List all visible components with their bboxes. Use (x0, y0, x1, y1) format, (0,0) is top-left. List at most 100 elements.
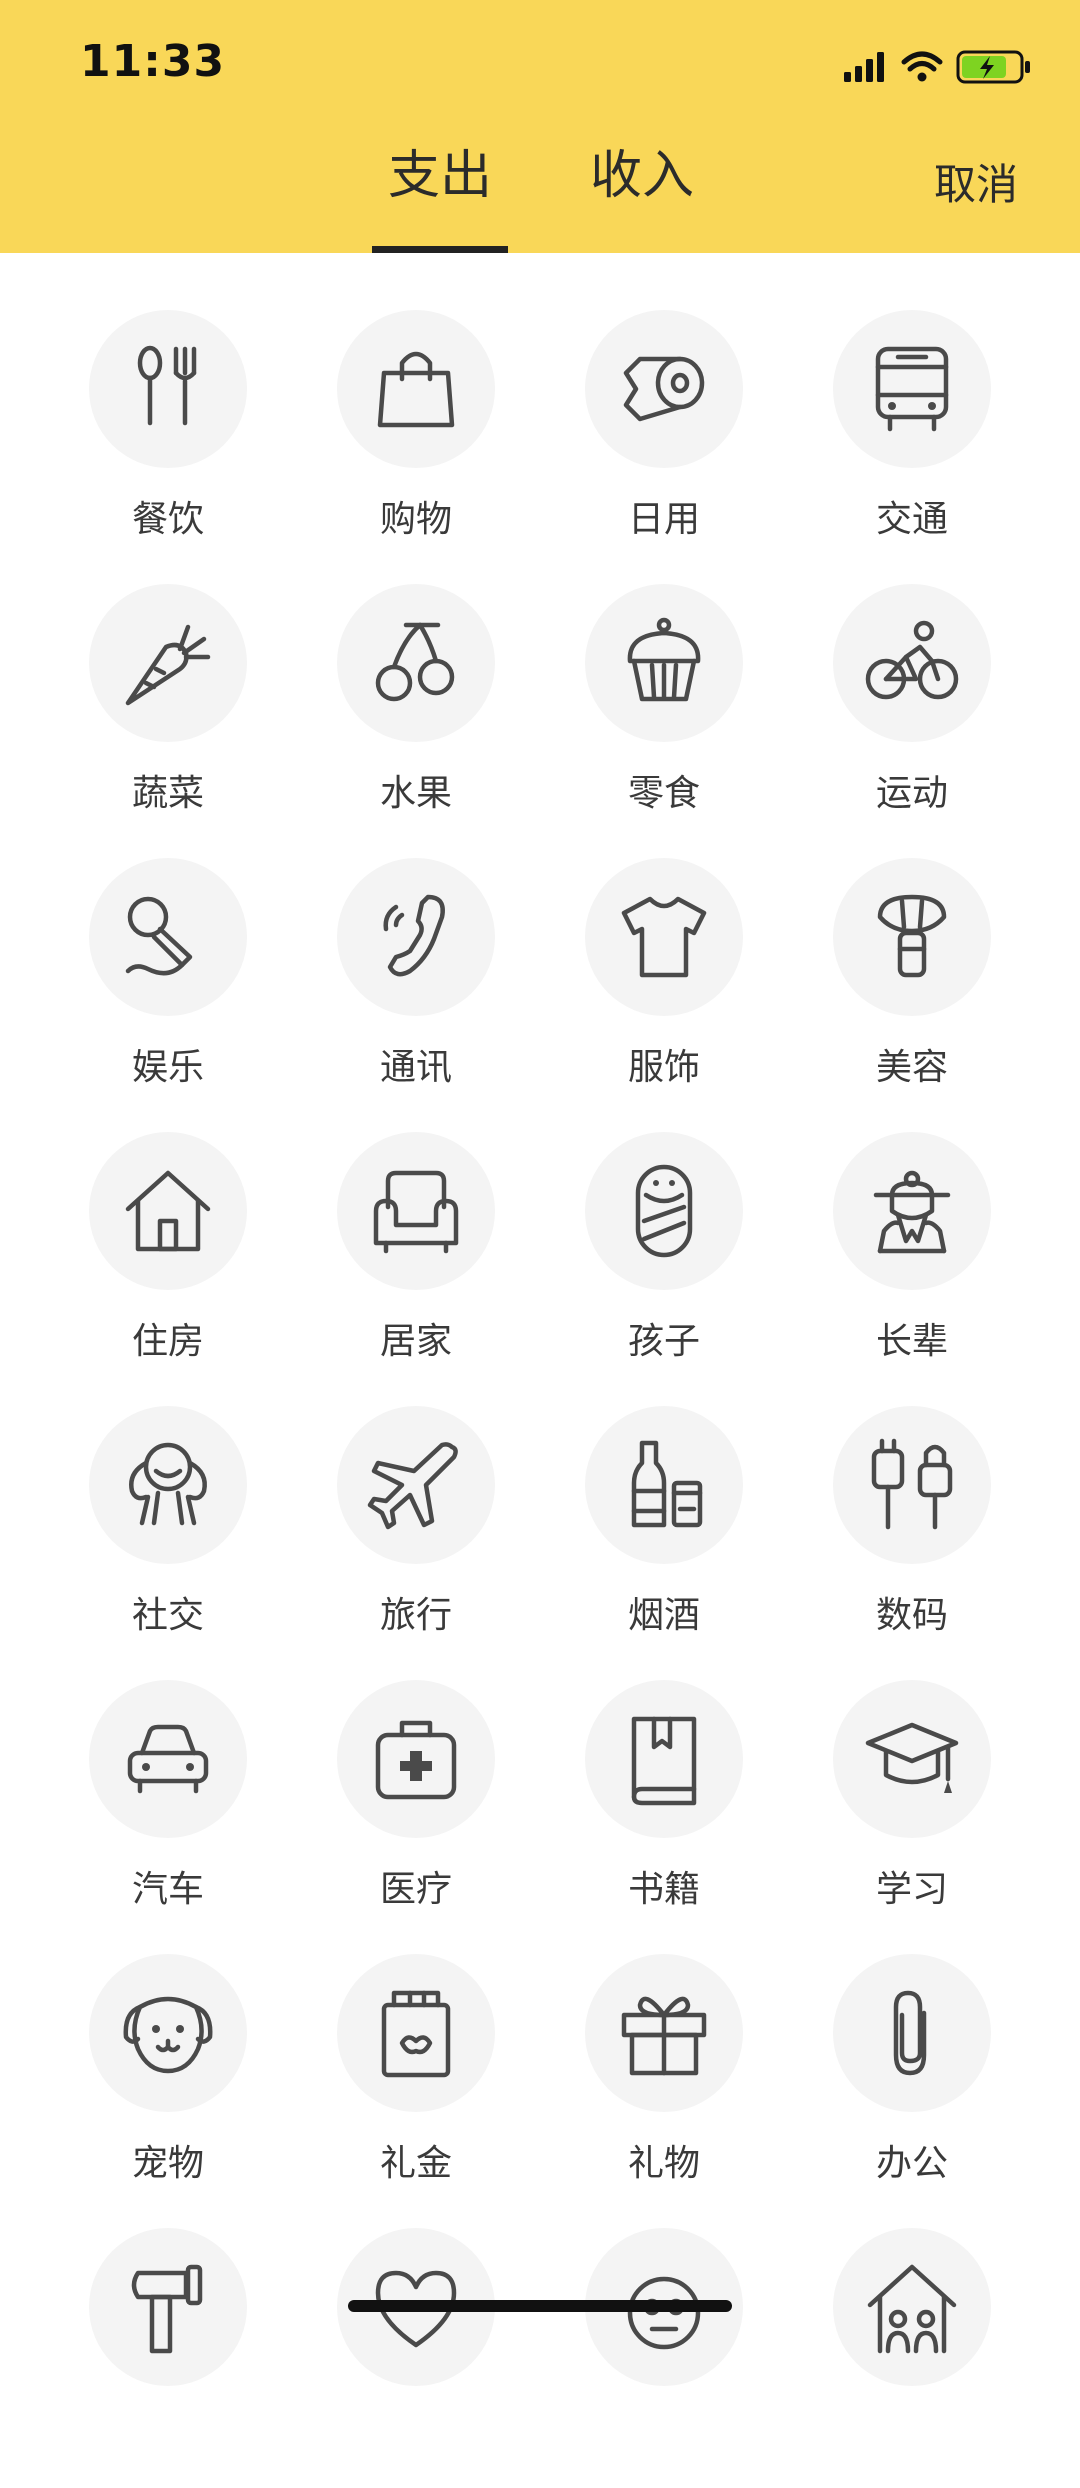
category-transport[interactable]: 交通 (812, 310, 1012, 570)
tissue-roll-icon (623, 356, 705, 422)
category-label: 购物 (379, 499, 452, 540)
cherry-icon (375, 622, 455, 702)
microphone-icon (125, 896, 193, 976)
category-snacks[interactable]: 零食 (564, 584, 764, 844)
battery-icon (956, 50, 1030, 84)
category-label: 餐饮 (131, 499, 204, 540)
plug-icon (871, 1438, 953, 1530)
wifi-icon (901, 51, 943, 82)
category-digital[interactable]: 数码 (812, 1406, 1012, 1666)
graduation-cap-icon (865, 1722, 959, 1793)
category-office[interactable]: 办公 (812, 1954, 1012, 2214)
category-label: 数码 (875, 1595, 948, 1636)
category-clothing[interactable]: 服饰 (564, 858, 764, 1118)
carrot-icon (125, 624, 211, 706)
category-label: 社交 (131, 1595, 204, 1636)
category-label: 礼金 (379, 2143, 452, 2184)
book-icon (631, 1716, 697, 1806)
category-label: 零食 (627, 773, 700, 814)
category-beauty[interactable]: 美容 (812, 858, 1012, 1118)
category-label: 烟酒 (627, 1595, 700, 1636)
family-house-icon (867, 2264, 957, 2354)
people-hug-icon (129, 1442, 207, 1526)
category-label: 服饰 (627, 1047, 700, 1088)
elder-icon (873, 1170, 951, 1254)
category-housing[interactable]: 住房 (68, 1132, 268, 1392)
category-label: 居家 (379, 1321, 452, 1362)
shopping-bag-icon (377, 351, 455, 428)
category-family[interactable] (812, 2228, 1012, 2488)
category-elders[interactable]: 长辈 (812, 1132, 1012, 1392)
category-sports[interactable]: 运动 (812, 584, 1012, 844)
category-label: 水果 (379, 773, 452, 814)
category-label: 医疗 (379, 1869, 452, 1910)
medical-kit-icon (375, 1720, 457, 1800)
category-daily[interactable]: 日用 (564, 310, 764, 570)
car-icon (127, 1724, 209, 1794)
category-gift[interactable]: 礼物 (564, 1954, 764, 2214)
bottle-icon (631, 1440, 703, 1528)
category-label: 旅行 (379, 1595, 452, 1636)
paperclip-icon (893, 1990, 927, 2076)
active-tab-indicator (372, 246, 508, 253)
category-label: 通讯 (379, 1047, 452, 1088)
category-books[interactable]: 书籍 (564, 1680, 764, 1940)
category-label: 礼物 (627, 2143, 700, 2184)
baby-icon (635, 1164, 693, 1258)
category-label: 学习 (875, 1869, 948, 1910)
category-cash-gift[interactable]: 礼金 (316, 1954, 516, 2214)
airplane-icon (367, 1442, 458, 1530)
category-label: 办公 (875, 2143, 948, 2184)
dog-icon (123, 1996, 213, 2074)
category-home[interactable]: 居家 (316, 1132, 516, 1392)
category-label: 长辈 (875, 1321, 948, 1362)
category-label: 孩子 (627, 1321, 700, 1362)
category-label: 书籍 (627, 1869, 700, 1910)
category-label: 汽车 (131, 1869, 204, 1910)
utensils-icon (137, 345, 197, 426)
category-entertainment[interactable]: 娱乐 (68, 858, 268, 1118)
gift-icon (621, 1996, 707, 2076)
category-label: 宠物 (131, 2143, 204, 2184)
category-children[interactable]: 孩子 (564, 1132, 764, 1392)
status-time: 11:33 (80, 36, 226, 87)
category-label: 蔬菜 (131, 773, 204, 814)
phone-icon (383, 894, 445, 977)
cupcake-icon (627, 617, 701, 702)
signal-icon (844, 52, 884, 82)
category-medical[interactable]: 医疗 (316, 1680, 516, 1940)
category-pets[interactable]: 宠物 (68, 1954, 268, 2214)
category-study[interactable]: 学习 (812, 1680, 1012, 1940)
category-love[interactable] (316, 2228, 516, 2488)
category-face[interactable] (564, 2228, 764, 2488)
house-icon (125, 1170, 211, 1252)
category-label: 日用 (627, 499, 700, 540)
cancel-button[interactable]: 取消 (934, 164, 1018, 206)
category-label: 交通 (875, 499, 948, 540)
category-label: 美容 (875, 1047, 948, 1088)
category-fruit[interactable]: 水果 (316, 584, 516, 844)
category-vegetables[interactable]: 蔬菜 (68, 584, 268, 844)
category-dining[interactable]: 餐饮 (68, 310, 268, 570)
category-label: 运动 (875, 773, 948, 814)
category-social[interactable]: 社交 (68, 1406, 268, 1666)
category-car[interactable]: 汽车 (68, 1680, 268, 1940)
category-tools[interactable] (68, 2228, 268, 2488)
tab-expense[interactable]: 支出 (388, 150, 492, 202)
cyclist-icon (865, 620, 959, 700)
category-label: 娱乐 (131, 1047, 204, 1088)
header-bar: 11:33 支出 收入 取消 (0, 0, 1080, 253)
red-envelope-icon (381, 1990, 451, 2078)
status-icons (844, 50, 1030, 84)
category-label: 住房 (131, 1321, 204, 1362)
category-shopping[interactable]: 购物 (316, 310, 516, 570)
bus-icon (875, 346, 949, 432)
hammer-icon (131, 2264, 203, 2354)
tshirt-icon (621, 896, 707, 978)
category-travel[interactable]: 旅行 (316, 1406, 516, 1666)
home-indicator[interactable] (348, 2300, 732, 2312)
category-telecom[interactable]: 通讯 (316, 858, 516, 1118)
tab-income[interactable]: 收入 (590, 150, 694, 202)
makeup-brush-icon (877, 894, 947, 978)
category-tobacco-alcohol[interactable]: 烟酒 (564, 1406, 764, 1666)
